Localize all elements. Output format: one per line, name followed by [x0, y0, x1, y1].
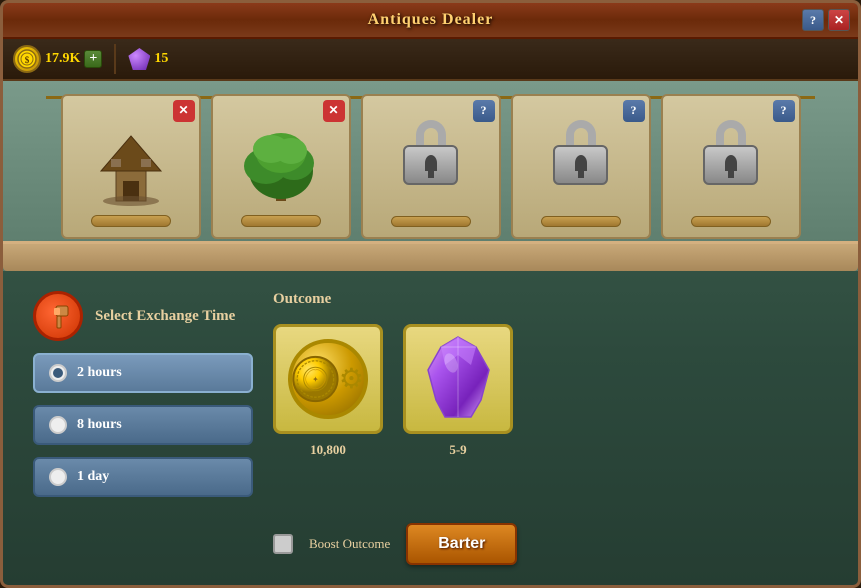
shelf-item-5: ?	[661, 94, 801, 239]
title-bar-buttons: ? ✕	[802, 9, 850, 31]
radio-1day	[49, 468, 67, 486]
outcome-coin-card: ✦	[273, 324, 383, 434]
outcome-crystal: 5-9	[403, 324, 513, 458]
svg-text:✦: ✦	[313, 376, 319, 384]
option-1day[interactable]: 1 day	[33, 457, 253, 497]
gems-display: 15	[128, 48, 168, 70]
item-badge-3[interactable]: ?	[473, 100, 495, 122]
currency-bar: $ 17.9K + 15	[3, 39, 858, 81]
title-bar: Antiques Dealer ? ✕	[3, 3, 858, 39]
currency-divider	[114, 44, 116, 74]
gold-coin-icon: ✦	[288, 339, 368, 419]
boost-checkbox[interactable]	[273, 534, 293, 554]
shelf-area: ✕ ✕	[3, 81, 858, 271]
gem-value: 15	[154, 51, 168, 67]
item-badge-2[interactable]: ✕	[323, 100, 345, 122]
outcome-coin-value: 10,800	[310, 442, 346, 458]
main-window: Antiques Dealer ? ✕ $ 17.9K + 15	[0, 0, 861, 588]
lock-icon-2	[553, 120, 608, 185]
action-row: Boost Outcome Barter	[273, 523, 828, 565]
help-button[interactable]: ?	[802, 9, 824, 31]
coins-display: $ 17.9K +	[13, 45, 102, 73]
barter-button[interactable]: Barter	[406, 523, 517, 565]
shelf-item-2[interactable]: ✕	[211, 94, 351, 239]
close-button[interactable]: ✕	[828, 9, 850, 31]
lock-container-3	[703, 96, 758, 210]
svg-text:$: $	[25, 55, 30, 65]
radio-8hours	[49, 416, 67, 434]
building-icon-1	[86, 119, 176, 209]
exchange-header: Select Exchange Time	[33, 291, 253, 341]
shelf-item-1[interactable]: ✕	[61, 94, 201, 239]
item-badge-1[interactable]: ✕	[173, 100, 195, 122]
outcome-items: ✦ 10,800	[273, 324, 828, 458]
shelf-board	[3, 241, 858, 271]
coin-value: 17.9K	[45, 51, 80, 67]
shelf-item-3: ?	[361, 94, 501, 239]
option-2hours[interactable]: 2 hours	[33, 353, 253, 393]
add-coins-button[interactable]: +	[84, 50, 102, 68]
item-badge-5[interactable]: ?	[773, 100, 795, 122]
radio-2hours	[49, 364, 67, 382]
lock-icon-3	[703, 120, 758, 185]
shelf-item-4: ?	[511, 94, 651, 239]
lock-container-2	[553, 96, 608, 210]
item-pedestal-3	[391, 216, 471, 227]
tree-icon-1	[236, 119, 326, 209]
option-1day-label: 1 day	[77, 469, 109, 485]
lock-icon-1	[403, 120, 458, 185]
window-title: Antiques Dealer	[368, 11, 494, 29]
outcome-label: Outcome	[273, 291, 828, 308]
main-content: Select Exchange Time 2 hours 8 hours 1 d…	[3, 271, 858, 585]
item-badge-4[interactable]: ?	[623, 100, 645, 122]
item-pedestal-4	[541, 216, 621, 227]
item-pedestal-1	[91, 215, 171, 227]
item-pedestal-5	[691, 216, 771, 227]
outcome-crystal-card	[403, 324, 513, 434]
exchange-label: Select Exchange Time	[95, 308, 235, 325]
item-pedestal-2	[241, 215, 321, 227]
option-2hours-label: 2 hours	[77, 365, 122, 381]
outcome-coin: ✦ 10,800	[273, 324, 383, 458]
lock-container-1	[403, 96, 458, 210]
shelf-items-row: ✕ ✕	[61, 94, 801, 239]
boost-label: Boost Outcome	[309, 536, 390, 552]
right-panel: Outcome ✦	[273, 291, 828, 565]
left-panel: Select Exchange Time 2 hours 8 hours 1 d…	[33, 291, 253, 565]
option-8hours-label: 8 hours	[77, 417, 122, 433]
outcome-crystal-value: 5-9	[449, 442, 466, 458]
hammer-icon	[33, 291, 83, 341]
coin-icon: $	[13, 45, 41, 73]
gem-icon	[128, 48, 150, 70]
option-8hours[interactable]: 8 hours	[33, 405, 253, 445]
